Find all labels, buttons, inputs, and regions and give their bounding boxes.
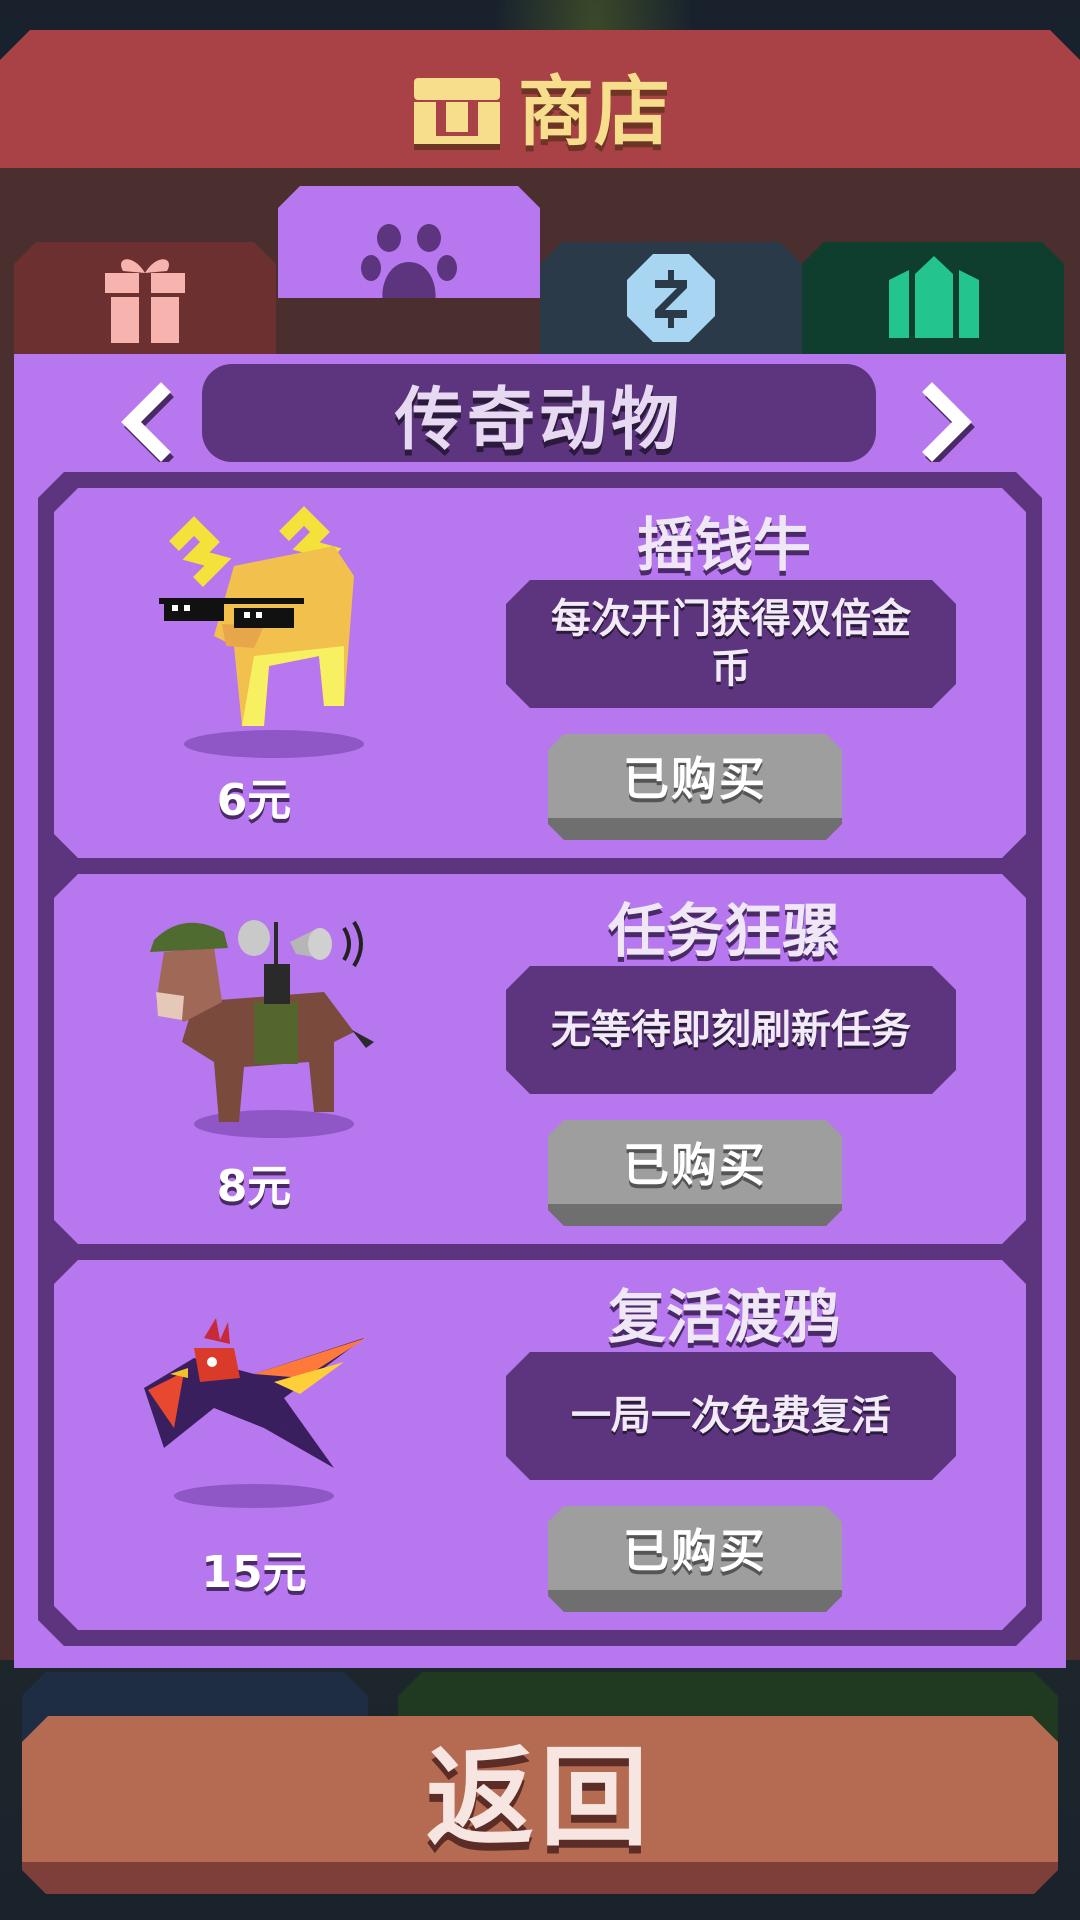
shop-panel: 商店 传奇动物 6元 摇钱牛 每次开门获得双倍金币 已购买 8元 任务狂骡 无等… <box>0 30 1080 1668</box>
item-description-box: 每次开门获得双倍金币 <box>506 580 956 708</box>
money-cow-image <box>159 506 364 758</box>
shop-item-card: 8元 任务狂骡 无等待即刻刷新任务 已购买 <box>54 874 1026 1244</box>
purchased-button-label: 已购买 <box>623 1524 767 1578</box>
item-description: 一局一次免费复活 <box>571 1393 891 1439</box>
category-title-pill: 传奇动物 <box>202 364 876 462</box>
item-price: 15元 <box>201 1547 307 1598</box>
purchased-button[interactable]: 已购买 <box>548 1120 842 1226</box>
item-description-box: 无等待即刻刷新任务 <box>506 966 956 1094</box>
pet-shop-content: 传奇动物 6元 摇钱牛 每次开门获得双倍金币 已购买 8元 任务狂骡 无等待即刻… <box>14 354 1066 1668</box>
back-button[interactable]: 返回 <box>22 1716 1058 1894</box>
tab-pets[interactable] <box>278 186 540 298</box>
purchased-button-label: 已购买 <box>623 752 767 806</box>
mission-mule-image <box>150 920 374 1138</box>
paw-icon <box>361 224 457 298</box>
coin-icon <box>627 254 715 342</box>
category-selector: 传奇动物 <box>14 364 1066 464</box>
category-title: 传奇动物 <box>394 380 683 460</box>
item-list: 6元 摇钱牛 每次开门获得双倍金币 已购买 8元 任务狂骡 无等待即刻刷新任务 … <box>38 472 1042 1646</box>
title-area: 商店 <box>0 50 1080 160</box>
shop-title: 商店 <box>518 67 670 156</box>
shop-icon <box>414 78 500 150</box>
purchased-button[interactable]: 已购买 <box>548 1506 842 1612</box>
tab-gift[interactable] <box>14 242 276 354</box>
revive-raven-image <box>144 1318 366 1508</box>
next-category-arrow-icon[interactable] <box>904 382 984 462</box>
item-description: 每次开门获得双倍金币 <box>551 596 911 692</box>
tab-gems[interactable] <box>802 242 1064 354</box>
prev-category-arrow-icon[interactable] <box>109 382 189 462</box>
shop-item-card: 6元 摇钱牛 每次开门获得双倍金币 已购买 <box>54 488 1026 858</box>
item-name: 复活渡鸦 <box>607 1283 840 1351</box>
gem-icon <box>889 256 979 338</box>
purchased-button-label: 已购买 <box>623 1138 767 1192</box>
shop-item-card: 15元 复活渡鸦 一局一次免费复活 已购买 <box>54 1260 1026 1630</box>
item-price: 8元 <box>216 1161 292 1212</box>
item-name: 任务狂骡 <box>607 897 840 965</box>
purchased-button[interactable]: 已购买 <box>548 734 842 840</box>
gift-icon <box>105 259 185 343</box>
item-price: 6元 <box>216 775 292 826</box>
item-description-box: 一局一次免费复活 <box>506 1352 956 1480</box>
back-button-label: 返回 <box>425 1736 654 1861</box>
item-name: 摇钱牛 <box>636 511 811 579</box>
item-description: 无等待即刻刷新任务 <box>551 1007 911 1053</box>
tab-coins[interactable] <box>540 242 802 354</box>
